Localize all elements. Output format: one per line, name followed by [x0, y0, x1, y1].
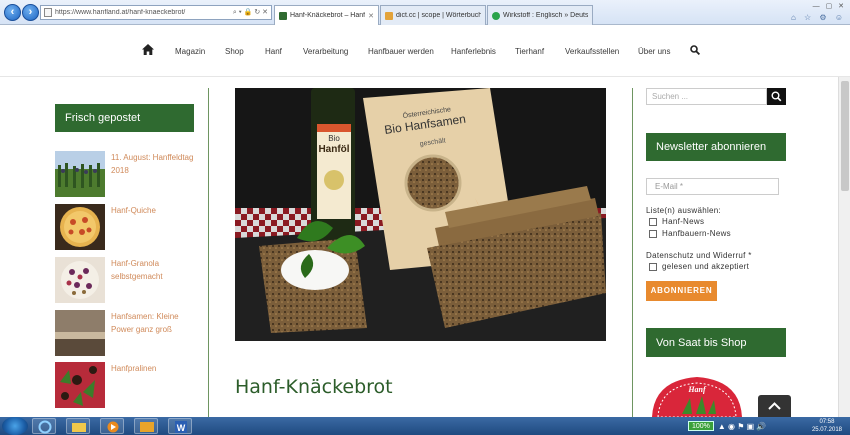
clock-time: 07:58 — [819, 419, 835, 425]
checkbox-label: gelesen und akzeptiert — [662, 262, 750, 271]
granola-thumbnail[interactable] — [55, 257, 105, 303]
bottle-label-bio: Bio — [328, 134, 340, 143]
post-title[interactable]: Hanfpralinen — [111, 362, 201, 375]
tab-hanfland[interactable]: Hanf-Knäckebrot – Hanfland... ✕ — [274, 5, 379, 25]
svg-text:W: W — [177, 423, 186, 433]
checkbox[interactable] — [649, 217, 657, 226]
page-icon — [44, 8, 52, 17]
hemp-seeds-thumbnail[interactable] — [55, 310, 105, 356]
list-option-hanfbauern-news[interactable]: Hanfbauern-News — [649, 229, 731, 238]
recent-posts-title: Frisch gepostet — [55, 104, 194, 132]
post-title[interactable]: 11. August: Hanffeldtag 2018 — [111, 151, 201, 177]
clock[interactable]: 07:58 25.07.2018 — [812, 418, 842, 434]
privacy-label: Datenschutz und Widerruf * — [646, 251, 752, 260]
privacy-accept-option[interactable]: gelesen und akzeptiert — [649, 262, 749, 271]
post-item[interactable]: Hanf-Quiche — [55, 204, 205, 250]
scroll-to-top-button[interactable] — [758, 395, 791, 417]
window-controls[interactable]: — ▢ ✕ — [813, 2, 846, 10]
outlook-icon[interactable] — [134, 418, 158, 434]
nav-ueber-uns[interactable]: Über uns — [638, 47, 670, 56]
checkbox-label: Hanfbauern-News — [662, 229, 731, 238]
post-item[interactable]: Hanf-Granola selbstgemacht — [55, 257, 205, 303]
taskbar: W 100% ▲ ◉ ⚑ ▣ 🔊 07:58 25.07.2018 — [0, 417, 850, 435]
battery-indicator[interactable]: 100% — [688, 421, 714, 431]
email-field[interactable]: E-Mail * — [646, 178, 779, 195]
browser-tool-icons[interactable]: ⌂ ☆ ⚙ ☺ — [791, 13, 846, 22]
screen: ‹ › https://www.hanfland.at/hanf-knaecke… — [0, 0, 850, 435]
badge-text: Hanf — [687, 385, 707, 394]
nav-tierhanf[interactable]: Tierhanf — [515, 47, 544, 56]
tab-dictcc[interactable]: dict.cc | scope | Wörterbuch E... — [380, 5, 486, 25]
bottle-label-hanfoel: Hanföl — [318, 144, 349, 155]
sidebar-search-input[interactable]: Suchen ... — [646, 88, 767, 105]
search-icon[interactable] — [690, 45, 700, 55]
tab-label: dict.cc | scope | Wörterbuch E... — [396, 12, 481, 19]
list-option-hanf-news[interactable]: Hanf-News — [649, 217, 704, 226]
internet-explorer-icon[interactable] — [32, 418, 56, 434]
nav-shop[interactable]: Shop — [225, 47, 244, 56]
hemp-favicon-icon — [279, 11, 287, 20]
hemp-crispbread-photo: Bio Hanföl Österreichische Bio Hanfsamen… — [235, 88, 606, 341]
post-title[interactable]: Hanf-Quiche — [111, 204, 201, 217]
post-item[interactable]: Hanfsamen: Kleine Power ganz groß — [55, 310, 205, 356]
quiche-thumbnail[interactable] — [55, 204, 105, 250]
address-bar[interactable]: https://www.hanfland.at/hanf-knaeckebrot… — [40, 5, 272, 20]
sidebar-search-button[interactable] — [767, 88, 786, 105]
newsletter-title: Newsletter abonnieren — [646, 133, 786, 161]
nav-hanf[interactable]: Hanf — [265, 47, 282, 56]
home-icon[interactable] — [142, 44, 154, 55]
address-tools-icons[interactable]: ⌕ ▾ 🔒 ↻ ✕ — [233, 8, 268, 17]
start-button[interactable] — [2, 417, 28, 435]
url-text: https://www.hanfland.at/hanf-knaeckebrot… — [55, 9, 186, 16]
nav-hanferlebnis[interactable]: Hanferlebnis — [451, 47, 496, 56]
page-scrollbar[interactable] — [838, 77, 850, 417]
nav-verarbeitung[interactable]: Verarbeitung — [303, 47, 348, 56]
dictcc-favicon-icon — [385, 11, 393, 20]
scrollbar-thumb[interactable] — [841, 81, 849, 191]
media-player-icon[interactable] — [100, 418, 124, 434]
subscribe-button[interactable]: ABONNIEREN — [646, 281, 717, 301]
back-button[interactable]: ‹ — [4, 4, 21, 21]
tray-icons[interactable]: ▲ ◉ ⚑ ▣ 🔊 — [718, 422, 766, 431]
post-item[interactable]: Hanfpralinen — [55, 362, 205, 408]
checkbox[interactable] — [649, 262, 657, 271]
post-item[interactable]: 11. August: Hanffeldtag 2018 — [55, 151, 205, 197]
chevron-up-icon — [768, 402, 781, 410]
nav-magazin[interactable]: Magazin — [175, 47, 205, 56]
forward-button[interactable]: › — [22, 4, 39, 21]
hemp-field-thumbnail[interactable] — [55, 151, 105, 197]
close-tab-icon[interactable]: ✕ — [368, 12, 374, 20]
pralines-thumbnail[interactable] — [55, 362, 105, 408]
left-column-divider — [208, 88, 209, 418]
dictionary-favicon-icon — [492, 11, 500, 20]
article-title: Hanf-Knäckebrot — [235, 376, 393, 398]
tab-wirkstoff[interactable]: Wirkstoff : Englisch » Deutsch ... — [487, 5, 593, 25]
hanf-logo-badge[interactable]: Hanf — [652, 374, 742, 417]
word-icon[interactable]: W — [168, 418, 192, 434]
site-header: Magazin Shop Hanf Verarbeitung Hanfbauer… — [0, 25, 850, 77]
lists-label: Liste(n) auswählen: — [646, 206, 722, 215]
shop-widget-title: Von Saat bis Shop — [646, 328, 786, 357]
post-title[interactable]: Hanf-Granola selbstgemacht — [111, 257, 201, 283]
right-column-divider — [632, 88, 633, 418]
browser-toolbar: ‹ › https://www.hanfland.at/hanf-knaecke… — [0, 0, 850, 25]
hero-image: Bio Hanföl Österreichische Bio Hanfsamen… — [235, 88, 606, 341]
nav-verkaufsstellen[interactable]: Verkaufsstellen — [565, 47, 619, 56]
post-title[interactable]: Hanfsamen: Kleine Power ganz groß — [111, 310, 201, 336]
clock-date: 25.07.2018 — [811, 427, 842, 433]
search-icon — [771, 91, 782, 102]
system-tray: 100% ▲ ◉ ⚑ ▣ 🔊 — [688, 419, 766, 433]
tab-label: Hanf-Knäckebrot – Hanfland... — [290, 12, 366, 19]
file-explorer-icon[interactable] — [66, 418, 90, 434]
nav-hanfbauer-werden[interactable]: Hanfbauer werden — [368, 47, 434, 56]
tab-label: Wirkstoff : Englisch » Deutsch ... — [503, 12, 588, 19]
checkbox[interactable] — [649, 229, 657, 238]
checkbox-label: Hanf-News — [662, 217, 705, 226]
